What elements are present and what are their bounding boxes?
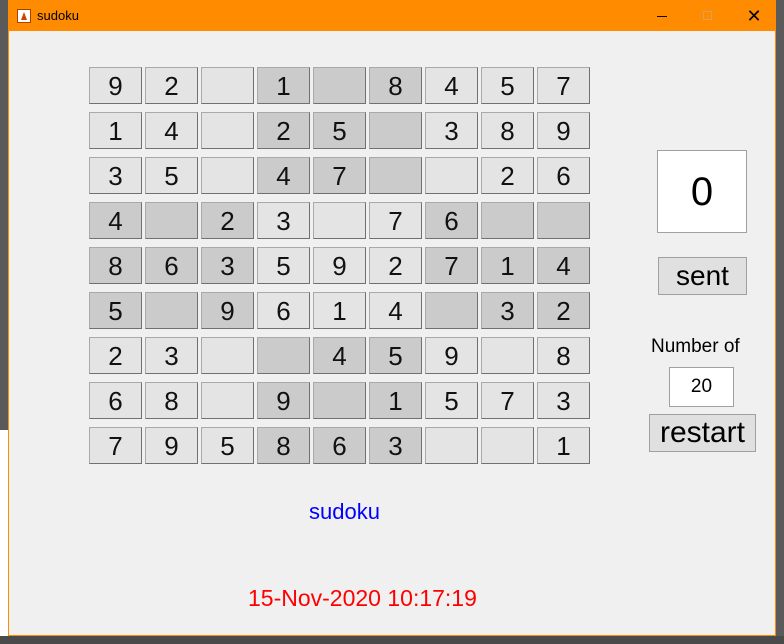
sudoku-cell[interactable]: 6 [313,427,366,464]
sudoku-cell[interactable]: 3 [201,247,254,284]
sudoku-cell[interactable]: 2 [537,292,590,329]
score-display: 0 [657,150,747,233]
sudoku-cell[interactable] [537,202,590,239]
sudoku-cell[interactable]: 9 [313,247,366,284]
sudoku-cell[interactable]: 7 [369,202,422,239]
sudoku-cell[interactable]: 5 [369,337,422,374]
sudoku-cell[interactable]: 3 [481,292,534,329]
close-button[interactable]: ✕ [731,1,777,31]
sudoku-cell[interactable]: 2 [89,337,142,374]
sudoku-cell[interactable] [201,67,254,104]
sudoku-cell[interactable]: 8 [481,112,534,149]
sudoku-caption: sudoku [309,499,380,524]
sudoku-cell[interactable]: 5 [89,292,142,329]
sudoku-cell[interactable] [145,202,198,239]
sudoku-cell[interactable]: 9 [145,427,198,464]
sudoku-cell[interactable] [369,112,422,149]
sudoku-cell[interactable]: 6 [145,247,198,284]
sudoku-cell[interactable]: 7 [89,427,142,464]
sudoku-cell[interactable]: 4 [425,67,478,104]
sudoku-cell[interactable]: 3 [369,427,422,464]
sudoku-cell[interactable] [425,157,478,194]
sudoku-cell[interactable]: 5 [257,247,310,284]
sudoku-cell[interactable]: 7 [425,247,478,284]
title-bar[interactable]: sudoku ✕ [9,1,775,31]
sudoku-cell[interactable]: 9 [425,337,478,374]
sudoku-cell[interactable]: 1 [89,112,142,149]
sudoku-cell[interactable]: 1 [369,382,422,419]
sudoku-cell[interactable]: 6 [537,157,590,194]
sudoku-cell[interactable]: 9 [257,382,310,419]
sudoku-cell[interactable] [145,292,198,329]
sudoku-cell[interactable]: 3 [145,337,198,374]
sudoku-cell[interactable]: 4 [257,157,310,194]
sudoku-cell[interactable] [257,337,310,374]
sudoku-cell[interactable]: 6 [425,202,478,239]
window-title: sudoku [37,8,79,23]
sudoku-cell[interactable]: 8 [89,247,142,284]
sudoku-cell[interactable]: 1 [313,292,366,329]
background-window-edge [0,430,8,644]
sudoku-cell[interactable]: 2 [201,202,254,239]
sudoku-cell[interactable] [313,382,366,419]
sudoku-cell[interactable]: 1 [257,67,310,104]
sudoku-window: sudoku ✕ 9218457142538935472642376863592… [8,0,776,636]
sudoku-cell[interactable]: 3 [425,112,478,149]
app-icon [17,9,31,23]
sudoku-cell[interactable] [481,202,534,239]
sudoku-cell[interactable]: 2 [369,247,422,284]
sudoku-cell[interactable]: 2 [257,112,310,149]
sudoku-cell[interactable]: 4 [537,247,590,284]
sudoku-cell[interactable] [369,157,422,194]
sudoku-cell[interactable]: 4 [313,337,366,374]
sudoku-cell[interactable]: 2 [481,157,534,194]
number-of-input[interactable] [669,367,734,407]
sudoku-cell[interactable]: 7 [481,382,534,419]
sudoku-cell[interactable]: 8 [257,427,310,464]
sudoku-cell[interactable]: 7 [537,67,590,104]
minimize-button[interactable] [639,1,685,31]
sudoku-cell[interactable]: 7 [313,157,366,194]
sudoku-cell[interactable]: 9 [537,112,590,149]
datetime-display: 15-Nov-2020 10:17:19 [248,585,477,611]
sudoku-cell[interactable]: 4 [89,202,142,239]
number-of-label: Number of [651,336,740,357]
sudoku-cell[interactable]: 2 [145,67,198,104]
sudoku-cell[interactable]: 1 [481,247,534,284]
sudoku-cell[interactable]: 4 [369,292,422,329]
sudoku-cell[interactable]: 3 [257,202,310,239]
sudoku-cell[interactable]: 5 [481,67,534,104]
sudoku-cell[interactable] [201,382,254,419]
sudoku-cell[interactable] [313,67,366,104]
sudoku-cell[interactable]: 6 [257,292,310,329]
sudoku-cell[interactable] [425,427,478,464]
sudoku-cell[interactable]: 5 [425,382,478,419]
sudoku-cell[interactable] [425,292,478,329]
sudoku-cell[interactable]: 1 [537,427,590,464]
sudoku-cell[interactable]: 4 [145,112,198,149]
maximize-button[interactable] [685,1,731,31]
sudoku-cell[interactable] [201,337,254,374]
sudoku-cell[interactable]: 3 [537,382,590,419]
sudoku-cell[interactable]: 5 [201,427,254,464]
sudoku-cell[interactable]: 6 [89,382,142,419]
restart-button[interactable]: restart [649,414,756,452]
sudoku-cell[interactable]: 5 [145,157,198,194]
desktop-background [0,636,784,644]
sudoku-cell[interactable]: 8 [537,337,590,374]
sudoku-cell[interactable] [481,337,534,374]
sudoku-cell[interactable]: 8 [145,382,198,419]
sudoku-cell[interactable] [481,427,534,464]
sudoku-cell[interactable]: 9 [201,292,254,329]
sudoku-cell[interactable]: 8 [369,67,422,104]
sudoku-cell[interactable] [201,112,254,149]
sudoku-cell[interactable] [313,202,366,239]
sudoku-cell[interactable]: 5 [313,112,366,149]
sudoku-cell[interactable] [201,157,254,194]
sudoku-cell[interactable]: 9 [89,67,142,104]
sent-button[interactable]: sent [658,257,747,295]
sudoku-cell[interactable]: 3 [89,157,142,194]
